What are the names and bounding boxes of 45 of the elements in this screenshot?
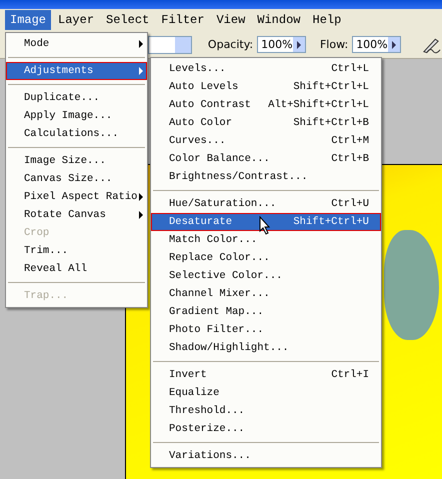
menu-item[interactable]: Pixel Aspect Ratio <box>6 188 147 206</box>
menu-item[interactable]: Gradient Map... <box>151 303 381 321</box>
menu-item[interactable]: Adjustments <box>6 62 147 80</box>
menu-item[interactable]: Canvas Size... <box>6 170 147 188</box>
menu-item[interactable]: Curves... Ctrl+M <box>151 132 381 150</box>
opacity-field[interactable]: 100% <box>257 36 306 53</box>
flow-label: Flow: <box>320 38 348 51</box>
menu-item[interactable]: Variations... <box>151 447 381 465</box>
menu-item[interactable]: Channel Mixer... <box>151 285 381 303</box>
mode-dropdown[interactable] <box>148 36 192 54</box>
menu-item[interactable]: Auto Levels Shift+Ctrl+L <box>151 78 381 96</box>
menu-item[interactable]: Invert Ctrl+I <box>151 366 381 384</box>
menu-item[interactable]: Rotate Canvas <box>6 206 147 224</box>
mouse-cursor-icon <box>259 216 271 235</box>
menu-item[interactable]: Calculations... <box>6 125 147 143</box>
menu-item[interactable]: View <box>211 10 250 30</box>
flow-field[interactable]: 100% <box>352 36 402 53</box>
menu-item[interactable]: Threshold... <box>151 402 381 420</box>
menu-item[interactable]: Select <box>101 10 154 30</box>
menu-item[interactable]: Posterize... <box>151 420 381 438</box>
menu-item[interactable]: Image <box>5 10 52 30</box>
menu-item[interactable]: Window <box>252 10 306 30</box>
menu-item[interactable]: Levels... Ctrl+L <box>151 60 381 78</box>
menu-item[interactable]: Match Color... <box>151 231 381 249</box>
menu-item[interactable]: Photo Filter... <box>151 321 381 339</box>
menu-item[interactable]: Desaturate Shift+Ctrl+U <box>151 213 381 231</box>
menu-item[interactable]: Color Balance... Ctrl+B <box>151 150 381 168</box>
opacity-label: Opacity: <box>208 38 254 51</box>
menu-item[interactable]: Brightness/Contrast... <box>151 168 381 186</box>
menu-item[interactable]: Apply Image... <box>6 107 147 125</box>
menu-item[interactable]: Shadow/Highlight... <box>151 339 381 357</box>
menu-item[interactable]: Auto Contrast Alt+Shift+Ctrl+L <box>151 96 381 114</box>
menu-item[interactable]: Auto Color Shift+Ctrl+B <box>151 114 381 132</box>
menu-item[interactable]: Mode <box>6 35 147 53</box>
menu-item[interactable]: Image Size... <box>6 152 147 170</box>
menu-item[interactable]: Trim... <box>6 242 147 260</box>
menu-item[interactable]: Selective Color... <box>151 267 381 285</box>
menu-item[interactable]: Filter <box>156 10 210 30</box>
menu-item[interactable]: Help <box>308 10 346 30</box>
menu-item[interactable]: Layer <box>53 10 100 30</box>
menu-item[interactable]: Replace Color... <box>151 249 381 267</box>
menu-item[interactable]: Duplicate... <box>6 89 147 107</box>
menu-item[interactable]: Equalize <box>151 384 381 402</box>
menu-item[interactable]: Hue/Saturation... Ctrl+U <box>151 195 381 213</box>
menu-item[interactable]: Reveal All <box>6 260 147 278</box>
